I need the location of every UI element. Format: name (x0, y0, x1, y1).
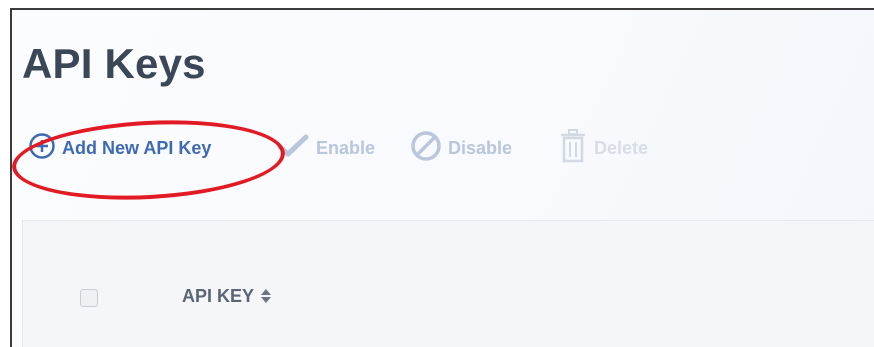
table-header (22, 220, 874, 347)
disable-button[interactable]: Disable (410, 128, 512, 168)
disable-label: Disable (448, 137, 513, 158)
sort-icon[interactable] (260, 288, 272, 306)
column-header-api-key[interactable]: API KEY (182, 286, 272, 307)
page-title: API Keys (22, 40, 206, 87)
enable-button[interactable]: Enable (276, 128, 375, 168)
delete-label: Delete (594, 137, 649, 158)
trash-icon (558, 128, 588, 169)
select-all-checkbox[interactable] (80, 289, 98, 307)
delete-button[interactable]: Delete (558, 128, 648, 168)
enable-label: Enable (316, 137, 376, 158)
column-header-label: API KEY (182, 286, 255, 306)
api-keys-screen: API Keys Add New API Key Enable Disable … (0, 0, 874, 347)
ban-icon (410, 130, 442, 167)
